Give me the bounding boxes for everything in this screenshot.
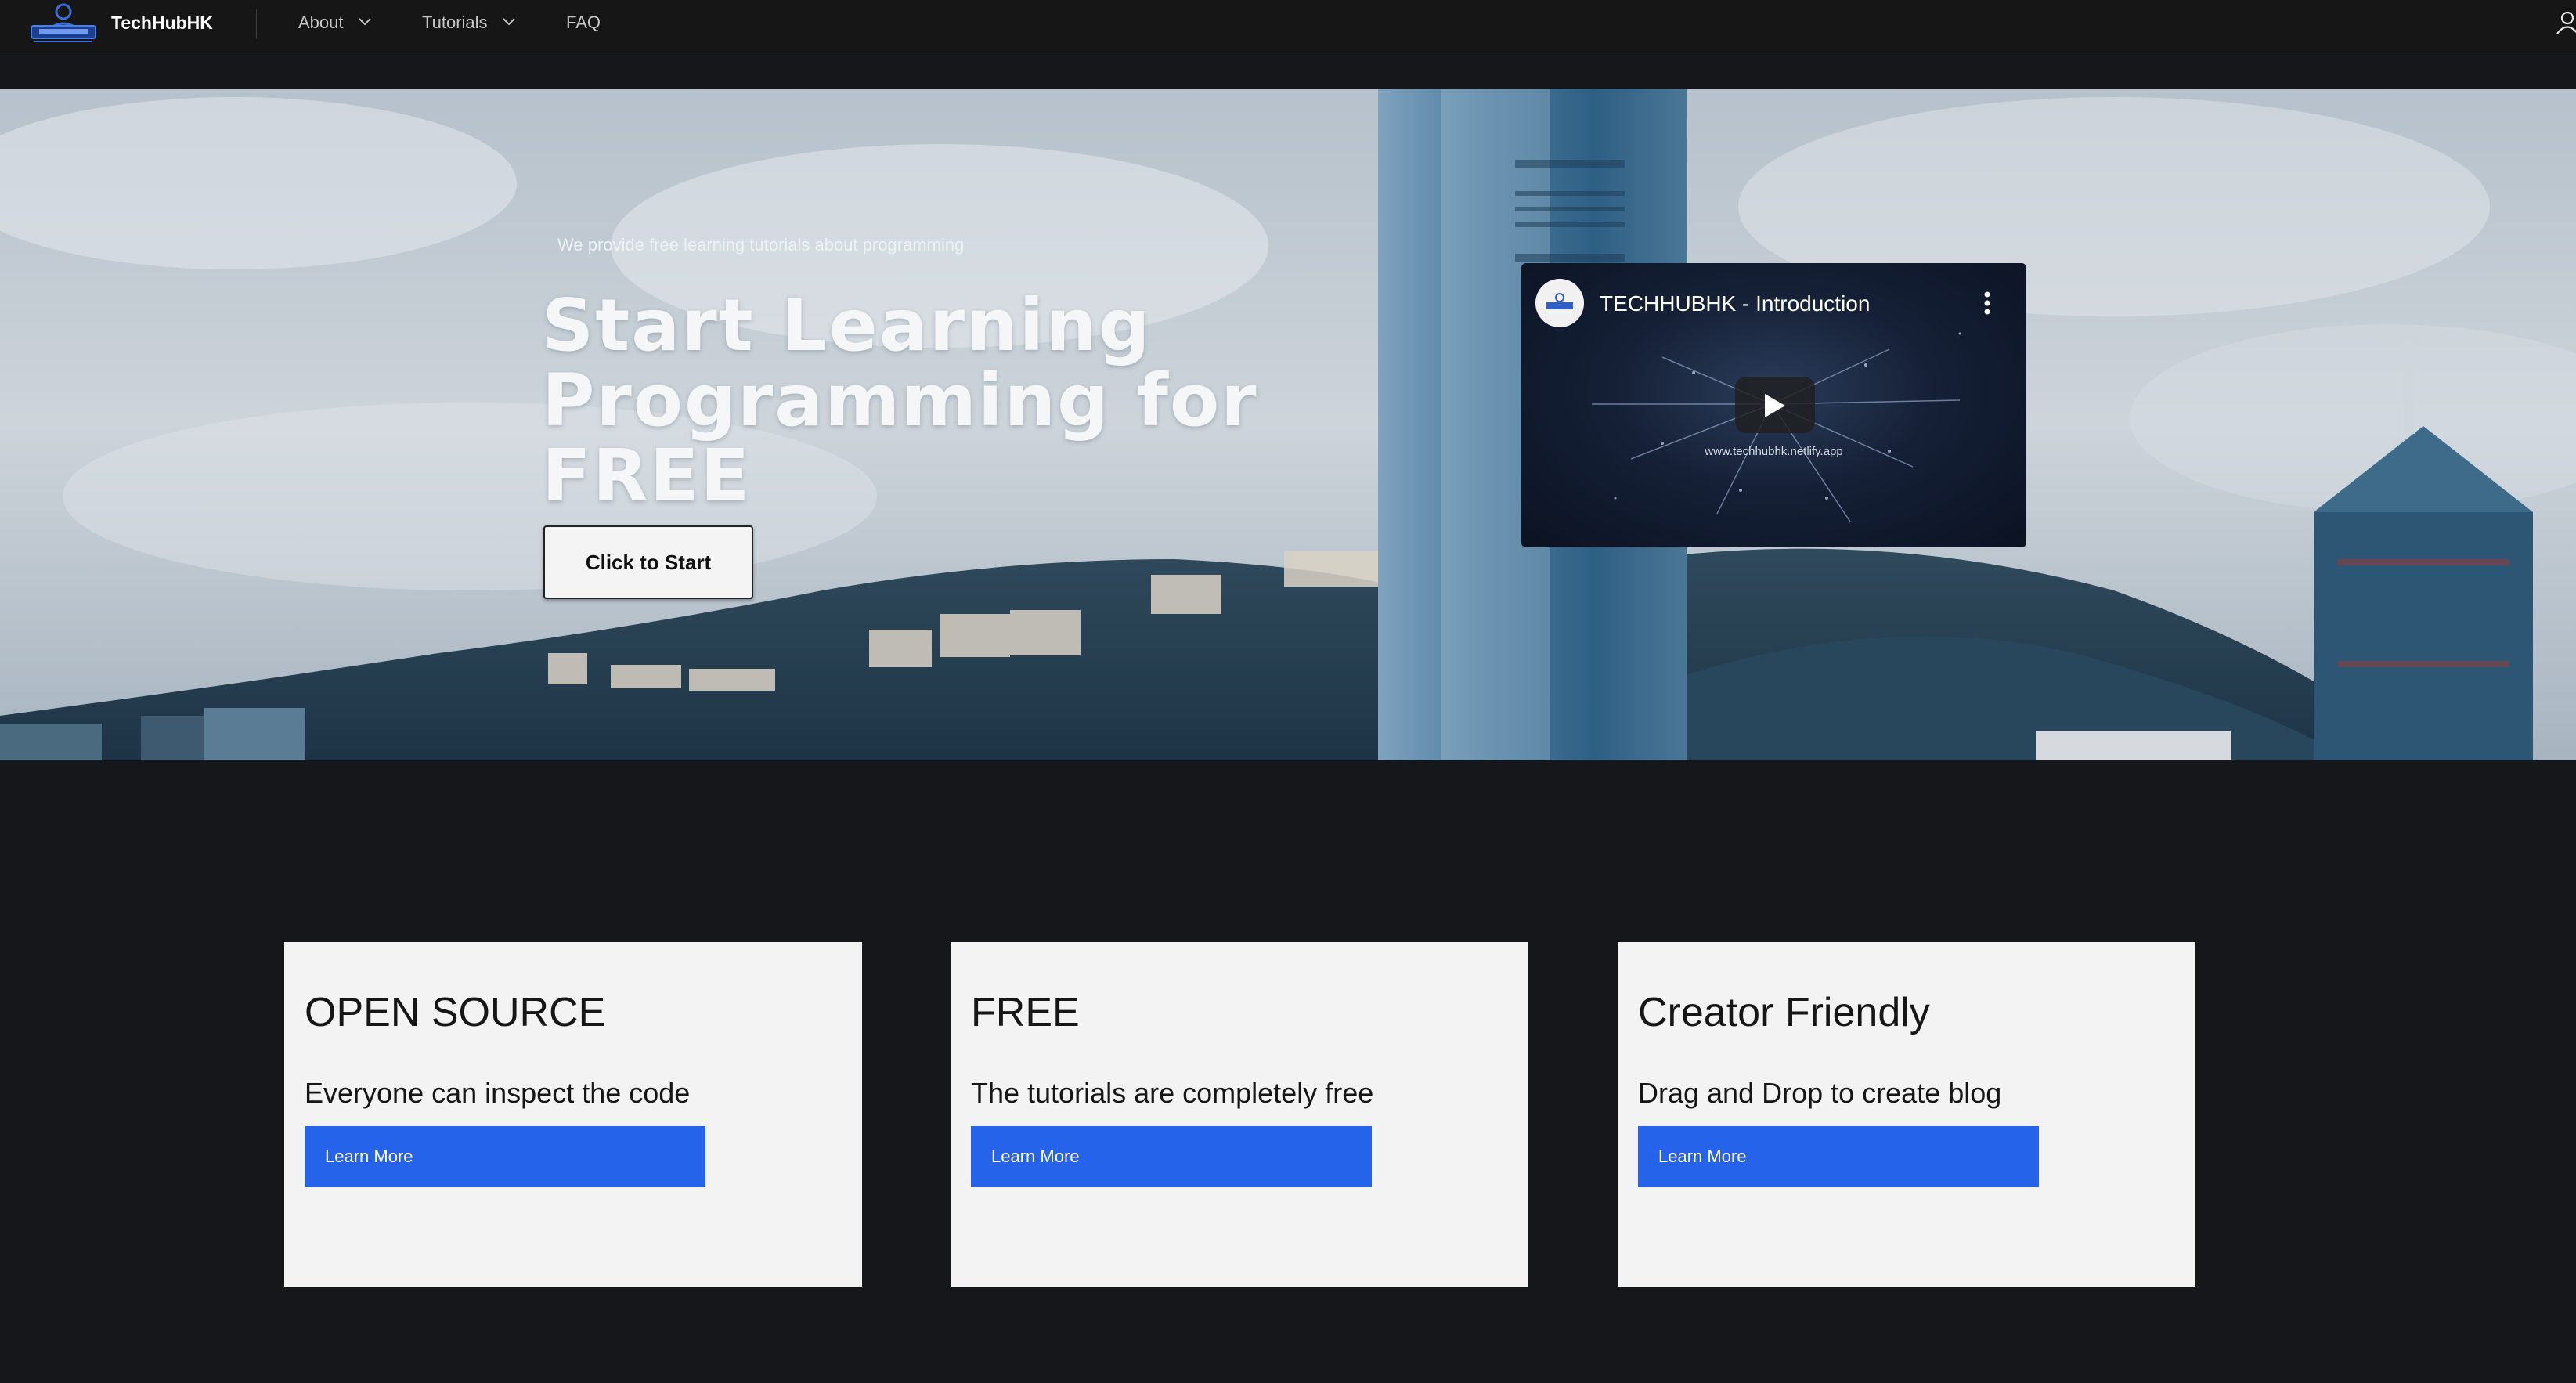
feature-card-title: Creator Friendly (1638, 990, 1930, 1035)
feature-card-free: FREE The tutorials are completely free L… (951, 942, 1528, 1287)
video-embed[interactable]: TECHHUBHK - Introduction www.techhubhk.n… (1521, 263, 2026, 547)
hero-title: Start Learning Programming for FREE (542, 288, 1403, 514)
header-spacer (0, 52, 2576, 89)
nav-faq-label: FAQ (566, 13, 601, 32)
video-title[interactable]: TECHHUBHK - Introduction (1600, 291, 1870, 316)
nav-about[interactable]: About (298, 0, 372, 45)
nav-about-label: About (298, 13, 344, 32)
feature-card-open-source: OPEN SOURCE Everyone can inspect the cod… (284, 942, 862, 1287)
user-icon[interactable] (2556, 11, 2576, 34)
feature-card-description: Everyone can inspect the code (305, 1077, 691, 1109)
hero-section: We provide free learning tutorials about… (0, 89, 2576, 760)
top-navbar: TechHubHK About Tutorials FAQ (0, 0, 2576, 52)
click-to-start-button[interactable]: Click to Start (543, 525, 753, 599)
chevron-down-icon (358, 18, 371, 26)
feature-card-title: OPEN SOURCE (305, 990, 606, 1035)
nav-faq[interactable]: FAQ (566, 0, 601, 45)
feature-card-description: The tutorials are completely free (971, 1077, 1374, 1109)
nav-tutorials-label: Tutorials (422, 13, 488, 32)
play-button[interactable] (1735, 377, 1815, 433)
hero-title-line-1: Start Learning (542, 283, 1152, 367)
channel-avatar-icon[interactable] (1535, 279, 1584, 327)
feature-card-description: Drag and Drop to create blog (1638, 1077, 2002, 1109)
feature-card-creator-friendly: Creator Friendly Drag and Drop to create… (1618, 942, 2195, 1287)
nav-tutorials[interactable]: Tutorials (422, 0, 516, 45)
brand-name[interactable]: TechHubHK (111, 0, 213, 45)
learn-more-button[interactable]: Learn More (971, 1126, 1372, 1187)
header-divider (256, 9, 257, 39)
techhubhk-logo[interactable] (28, 2, 99, 46)
hero-title-line-2: Programming for FREE (542, 359, 1258, 518)
chevron-down-icon (502, 18, 515, 26)
play-icon (1765, 394, 1785, 417)
learn-more-button[interactable]: Learn More (305, 1126, 705, 1187)
feature-card-title: FREE (971, 990, 1080, 1035)
more-vert-icon[interactable] (1979, 290, 1995, 316)
hero-tagline: We provide free learning tutorials about… (557, 235, 965, 255)
video-url-text: www.techhubhk.netlify.app (1705, 445, 1843, 458)
learn-more-button[interactable]: Learn More (1638, 1126, 2039, 1187)
